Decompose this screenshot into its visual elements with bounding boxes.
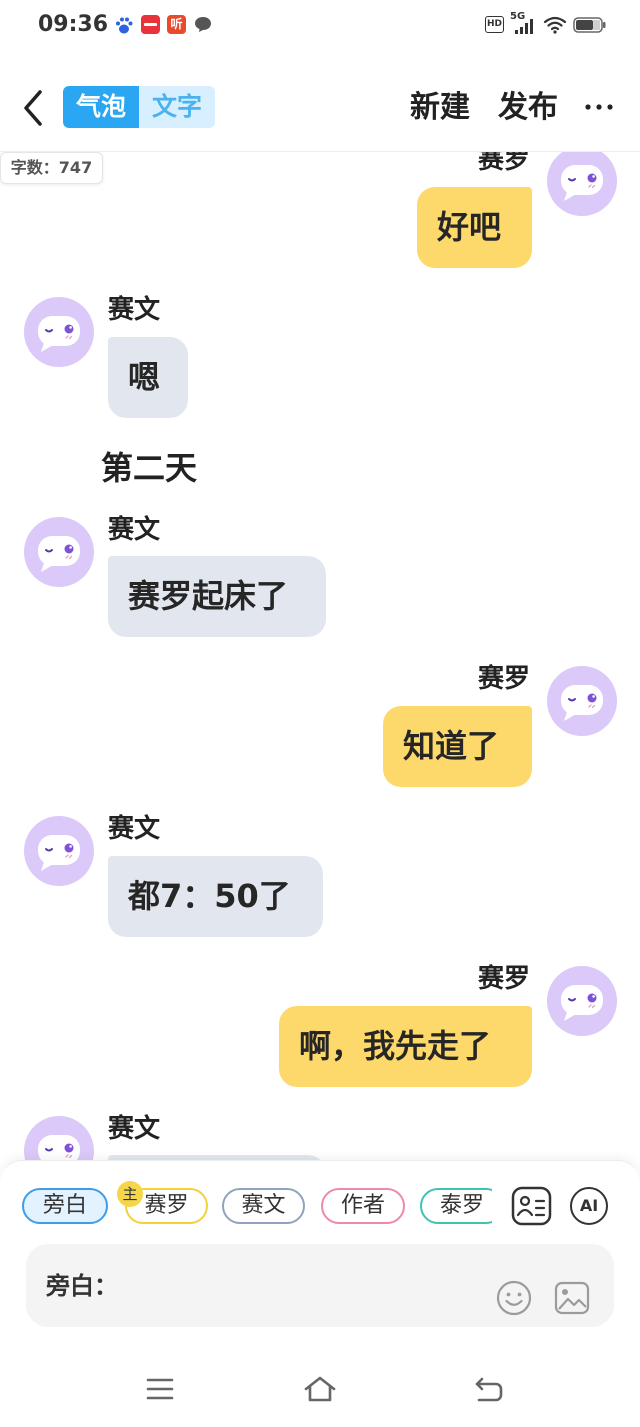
message-bubble[interactable]: 啊，我先走了 xyxy=(279,1006,532,1087)
message-bubble[interactable]: 知道了 xyxy=(383,706,532,787)
speaker-prefix: 旁白： xyxy=(46,1272,118,1300)
hd-indicator: HD xyxy=(485,16,504,33)
role-chip-author[interactable]: 作者 xyxy=(321,1188,405,1224)
image-icon[interactable] xyxy=(554,1280,590,1316)
publish-button[interactable]: 发布 xyxy=(498,89,558,127)
composer-panel: 旁白 赛罗 主 赛文 作者 泰罗 AI 旁白： xyxy=(0,1160,640,1360)
signal-icon xyxy=(515,19,533,34)
word-count-badge: 字数：747 xyxy=(0,152,103,184)
message-bubble[interactable]: 好吧 xyxy=(417,187,532,268)
tab-bubble[interactable]: 气泡 xyxy=(63,86,139,128)
message-icon xyxy=(195,17,211,32)
role-selector: 旁白 赛罗 主 赛文 作者 泰罗 xyxy=(22,1179,492,1229)
avatar-left xyxy=(24,517,94,587)
new-button[interactable]: 新建 xyxy=(410,89,470,127)
narration-text[interactable]: 第二天 xyxy=(101,448,197,488)
role-chip-seven[interactable]: 赛文 xyxy=(222,1188,305,1224)
system-nav-bar xyxy=(0,1360,640,1427)
wifi-icon xyxy=(543,16,567,34)
avatar-left xyxy=(24,297,94,367)
role-manager-button[interactable] xyxy=(511,1186,552,1226)
more-horizontal-icon[interactable] xyxy=(584,100,614,114)
role-chip-taro[interactable]: 泰罗 xyxy=(420,1188,492,1224)
speaker-name: 赛文 xyxy=(108,1114,161,1144)
chat-list[interactable]: 赛罗 字数：747 好吧 赛文 嗯 第二天 赛文 赛罗起床了 赛罗 知道了 赛文… xyxy=(0,152,640,1160)
speaker-name: 赛罗 xyxy=(477,964,530,994)
role-chip-narrator[interactable]: 旁白 xyxy=(22,1188,108,1224)
speaker-name: 赛文 xyxy=(108,814,161,844)
smiley-icon[interactable] xyxy=(496,1280,532,1316)
message-bubble[interactable]: 嗯 xyxy=(108,337,188,418)
speaker-name: 赛罗 xyxy=(477,664,530,694)
menu-icon[interactable] xyxy=(145,1376,175,1402)
avatar-left xyxy=(24,816,94,886)
chevron-left-icon[interactable] xyxy=(20,88,46,128)
battery-icon xyxy=(573,17,606,33)
main-role-badge: 主 xyxy=(117,1181,143,1207)
speaker-name: 赛文 xyxy=(108,295,161,325)
speaker-name: 赛文 xyxy=(108,515,161,545)
tab-text[interactable]: 文字 xyxy=(139,86,215,128)
status-time: 09:36 xyxy=(38,12,109,37)
contact-card-icon xyxy=(511,1186,552,1226)
back-icon[interactable] xyxy=(472,1374,506,1404)
baidu-icon xyxy=(116,17,133,34)
avatar-right xyxy=(547,666,617,736)
avatar-right xyxy=(547,152,617,216)
home-icon[interactable] xyxy=(302,1374,338,1404)
ting-app-icon: 听 xyxy=(167,15,186,34)
avatar-right xyxy=(547,966,617,1036)
avatar-left xyxy=(24,1116,94,1160)
mode-toggle: 气泡 文字 xyxy=(63,86,215,128)
message-bubble[interactable]: 赛罗起床了 xyxy=(108,556,326,637)
ai-button[interactable]: AI xyxy=(570,1187,608,1225)
message-input[interactable]: 旁白： xyxy=(26,1244,614,1327)
message-bubble[interactable]: 都7：50了 xyxy=(108,856,323,937)
speaker-name: 赛罗 xyxy=(477,152,530,175)
xiaohongshu-icon xyxy=(141,15,160,34)
